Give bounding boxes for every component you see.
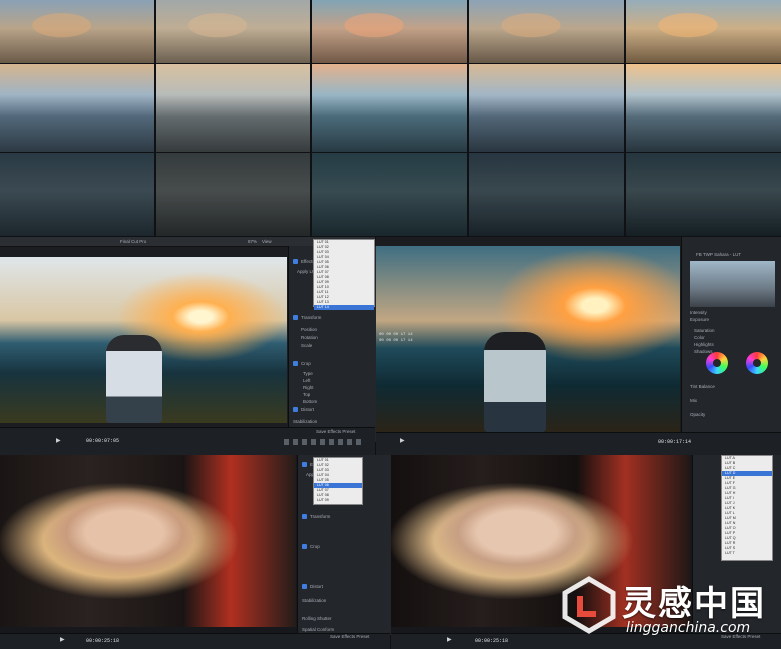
bottom-label: Bottom — [303, 399, 318, 404]
scale-label: Scale — [301, 343, 313, 348]
right-label: Right — [303, 385, 314, 390]
transform-label: Transform — [310, 514, 331, 519]
grade-thumb — [469, 153, 624, 236]
stabilization-label: Stabilization — [293, 419, 318, 424]
play-icon[interactable]: ▶ — [400, 437, 405, 444]
lut-menu-item[interactable]: LUT T — [722, 551, 772, 556]
effect-toggle[interactable] — [302, 462, 307, 467]
grade-thumb — [626, 153, 781, 236]
param-label: Saturation — [694, 328, 715, 333]
color-inspector-panel: FB TWP Sahara - LUT Intensity Exposure S… — [681, 237, 781, 454]
grade-thumb — [156, 153, 310, 236]
grade-thumb — [469, 64, 624, 152]
play-icon[interactable]: ▶ — [447, 636, 452, 643]
watermark-logo-icon — [562, 576, 616, 634]
lut-menu-item[interactable]: LUT 14 — [314, 305, 374, 310]
fcp-window-bottom-left: Effects Apply LUT Transform Crop Distort… — [0, 455, 391, 649]
top-label: Top — [303, 392, 311, 397]
grade-thumb — [469, 0, 624, 63]
lut-menu-item[interactable]: LUT 09 — [314, 498, 362, 503]
watermark-chinese: 灵感中国 — [622, 584, 766, 624]
rolling-shutter-label: Rolling Shutter — [302, 616, 332, 621]
grade-thumb — [156, 0, 310, 63]
viewer-transport-bar: 00:00:25:18 ▶ Save Effects Preset — [0, 633, 390, 649]
subject-figure — [106, 335, 162, 423]
param-label: Intensity — [690, 310, 707, 315]
timecode-display: 00:00:07:05 — [86, 438, 120, 444]
lut-dropdown-menu[interactable]: LUT 01 LUT 02 LUT 03 LUT 04 LUT 05 LUT 06 LUT … — [313, 457, 363, 505]
overlay-timecode: 00 00 00 17 14 — [379, 333, 413, 337]
effect-toggle[interactable] — [293, 259, 298, 264]
crop-label: Crop — [310, 544, 320, 549]
viewer-frame — [0, 455, 296, 627]
grade-thumb — [0, 153, 154, 236]
distort-toggle[interactable] — [293, 407, 298, 412]
stabilization-label: Stabilization — [302, 598, 327, 603]
timecode-display: 00:00:25:18 — [475, 638, 509, 644]
viewer-frame: 00 00 00 17 14 00 00 00 17 14 — [376, 246, 680, 432]
toolbar-icons — [284, 439, 364, 445]
grade-thumb — [0, 0, 154, 63]
overlay-timecode: 00 00 00 17 14 — [379, 339, 413, 343]
type-label: Type — [303, 371, 313, 376]
timecode-display: 00:00:17:14 — [658, 439, 692, 445]
grade-thumb — [312, 64, 467, 152]
param-label: Tint Balance — [690, 384, 715, 389]
window-title: Final Cut Pro — [120, 239, 147, 244]
watermark-url: lingganchina.com — [626, 620, 751, 636]
spatial-conform-label: Spatial Conform — [302, 627, 335, 632]
subject-figure — [484, 332, 546, 432]
transform-toggle[interactable] — [293, 315, 298, 320]
play-icon[interactable]: ▶ — [56, 437, 61, 444]
param-label: Opacity — [690, 412, 706, 417]
crop-label: Crop — [301, 361, 311, 366]
lut-name: FB TWP Sahara - LUT — [696, 252, 742, 257]
distort-label: Distort — [301, 407, 315, 412]
grade-thumb — [0, 64, 154, 152]
crop-toggle[interactable] — [302, 544, 307, 549]
save-preset-button[interactable]: Save Effects Preset — [330, 633, 369, 640]
lut-preview-thumb — [690, 261, 775, 307]
grade-thumb — [312, 0, 467, 63]
viewer-frame — [0, 257, 287, 423]
grade-thumb — [626, 64, 781, 152]
param-label: Highlights — [694, 342, 714, 347]
param-label: Color — [694, 335, 705, 340]
fcp-window-top-right: 00 00 00 17 14 00 00 00 17 14 FB TWP Sah… — [376, 237, 781, 455]
transform-label: Transform — [301, 315, 322, 320]
save-preset-button[interactable]: Save Effects Preset — [316, 428, 355, 435]
transform-toggle[interactable] — [302, 514, 307, 519]
zoom-level[interactable]: 87% — [248, 238, 257, 245]
grade-comparison-grid — [0, 0, 781, 236]
play-icon[interactable]: ▶ — [60, 636, 65, 643]
distort-label: Distort — [310, 584, 324, 589]
param-label: Exposure — [690, 317, 710, 322]
viewer-transport-bar: 00:00:17:14 ▶ — [376, 432, 781, 455]
lut-dropdown-menu[interactable]: LUT 01 LUT 02 LUT 03 LUT 04 LUT 05 LUT 06 LUT … — [313, 239, 375, 310]
position-label: Position — [301, 327, 318, 332]
rotation-label: Rotation — [301, 335, 318, 340]
grade-thumb — [156, 64, 310, 152]
grade-thumb — [312, 153, 467, 236]
left-label: Left — [303, 378, 311, 383]
param-label: Mix — [690, 398, 697, 403]
grade-thumb — [626, 0, 781, 63]
viewer-transport-bar: 00:00:07:05 ▶ Save Effects Preset — [0, 427, 375, 455]
color-wheel-right[interactable] — [746, 352, 768, 374]
crop-toggle[interactable] — [293, 361, 298, 366]
watermark: 灵感中国 lingganchina.com — [560, 574, 775, 642]
view-menu[interactable]: View — [262, 238, 272, 245]
distort-toggle[interactable] — [302, 584, 307, 589]
lut-dropdown-menu[interactable]: LUT A LUT B LUT C LUT D LUT E LUT F LUT G LUT H… — [721, 455, 773, 561]
timecode-display: 00:00:25:18 — [86, 638, 120, 644]
fcp-window-top-left: Final Cut Pro 87% View Effects Apply LUT… — [0, 237, 376, 455]
color-wheel-left[interactable] — [706, 352, 728, 374]
